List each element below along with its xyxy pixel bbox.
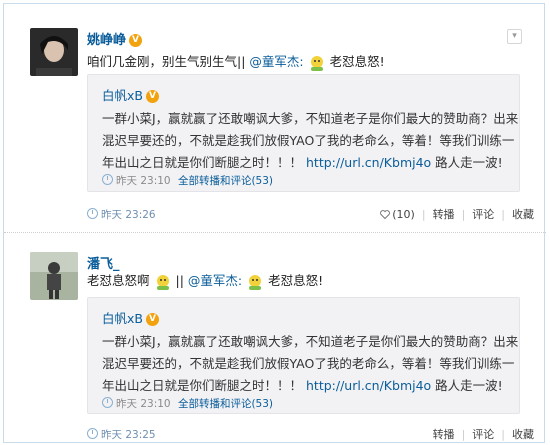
repost-text-line: 一群小菜J，赢就赢了还敢嘲讽大爹，不知道老子是你们最大的赞助商？出来 — [102, 334, 519, 349]
comment-button[interactable]: 评论 — [472, 428, 494, 441]
emoji-icon — [246, 273, 264, 291]
verified-badge-icon: V — [145, 313, 159, 326]
chevron-down-icon[interactable]: ▾ — [507, 29, 522, 44]
avatar[interactable] — [30, 28, 78, 76]
favorite-button[interactable]: 收藏 — [512, 208, 534, 221]
repost-button[interactable]: 转播 — [433, 428, 455, 441]
clock-icon — [102, 397, 113, 408]
repost-meta: 昨天 23:10 全部转播和评论(53) — [102, 173, 273, 188]
repost-text-line: 年出山之日就是你们断腿之时！！！ http://url.cn/Kbmj4o 路人… — [102, 155, 503, 170]
clock-icon — [87, 208, 98, 219]
author-name[interactable]: 姚峥峥 — [87, 33, 126, 48]
comment-button[interactable]: 评论 — [472, 208, 494, 221]
repost-url-link[interactable]: http://url.cn/Kbmj4o — [306, 155, 431, 170]
all-comments-link[interactable]: 全部转播和评论(53) — [178, 175, 273, 187]
mention-link[interactable]: @童军杰: — [188, 273, 242, 288]
feed-post: 姚峥峥 V ▾ 咱们几金刚，别生气别生气|| @童军杰: 老怼息怒! 白帆xB V … — [4, 4, 546, 233]
all-comments-link[interactable]: 全部转播和评论(53) — [178, 398, 273, 410]
repost-box: 白帆xB V 一群小菜J，赢就赢了还敢嘲讽大爹，不知道老子是你们最大的赞助商？出来… — [87, 297, 520, 414]
repost-text-line: 混迟早要还的，不就是趁我们放假YAO了我的老命么，等着！等我们训练一 — [102, 356, 515, 371]
clock-icon — [87, 428, 98, 439]
verified-badge-icon: V — [145, 90, 159, 103]
repost-author[interactable]: 白帆xB V — [102, 85, 159, 104]
post-text: 咱们几金刚，别生气别生气|| @童军杰: 老怼息怒! — [87, 51, 385, 72]
repost-button[interactable]: 转播 — [433, 208, 455, 221]
avatar[interactable] — [30, 252, 78, 300]
feed-post: 潘飞_ 老怼息怒啊 || @童军杰: 老怼息怒! 白帆xB V 一群小菜J，赢就赢… — [4, 236, 546, 444]
repost-box: 白帆xB V 一群小菜J，赢就赢了还敢嘲讽大爹，不知道老子是你们最大的赞助商？出来… — [87, 74, 520, 192]
repost-text-line: 混迟早要还的，不就是趁我们放假YAO了我的老命么，等着！等我们训练一 — [102, 133, 515, 148]
post-actions: 转播 | 评论 | 收藏 — [432, 428, 534, 441]
verified-badge-icon: V — [129, 34, 143, 47]
clock-icon — [102, 174, 113, 185]
repost-time[interactable]: 昨天 23:10 — [116, 175, 171, 187]
post-actions: (10) | 转播 | 评论 | 收藏 — [380, 206, 534, 222]
mention-link[interactable]: @童军杰: — [249, 54, 303, 69]
repost-text-line: 年出山之日就是你们断腿之时！！！ http://url.cn/Kbmj4o 路人… — [102, 378, 503, 393]
repost-url-link[interactable]: http://url.cn/Kbmj4o — [306, 378, 431, 393]
post-time: 昨天 23:26 — [87, 207, 156, 222]
post-text: 老怼息怒啊 || @童军杰: 老怼息怒! — [87, 270, 323, 291]
post-author[interactable]: 姚峥峥 V — [87, 29, 143, 48]
heart-icon — [380, 210, 391, 219]
repost-meta: 昨天 23:10 全部转播和评论(53) — [102, 396, 273, 411]
favorite-button[interactable]: 收藏 — [512, 428, 534, 441]
emoji-icon — [154, 273, 172, 291]
emoji-icon — [308, 54, 326, 72]
repost-author[interactable]: 白帆xB V — [102, 308, 159, 327]
post-time: 昨天 23:25 — [87, 427, 156, 442]
feed-panel: 姚峥峥 V ▾ 咱们几金刚，别生气别生气|| @童军杰: 老怼息怒! 白帆xB V … — [3, 3, 546, 444]
repost-text-line: 一群小菜J，赢就赢了还敢嘲讽大爹，不知道老子是你们最大的赞助商？出来 — [102, 111, 519, 126]
like-button[interactable]: (10) — [380, 208, 415, 221]
repost-time[interactable]: 昨天 23:10 — [116, 398, 171, 410]
